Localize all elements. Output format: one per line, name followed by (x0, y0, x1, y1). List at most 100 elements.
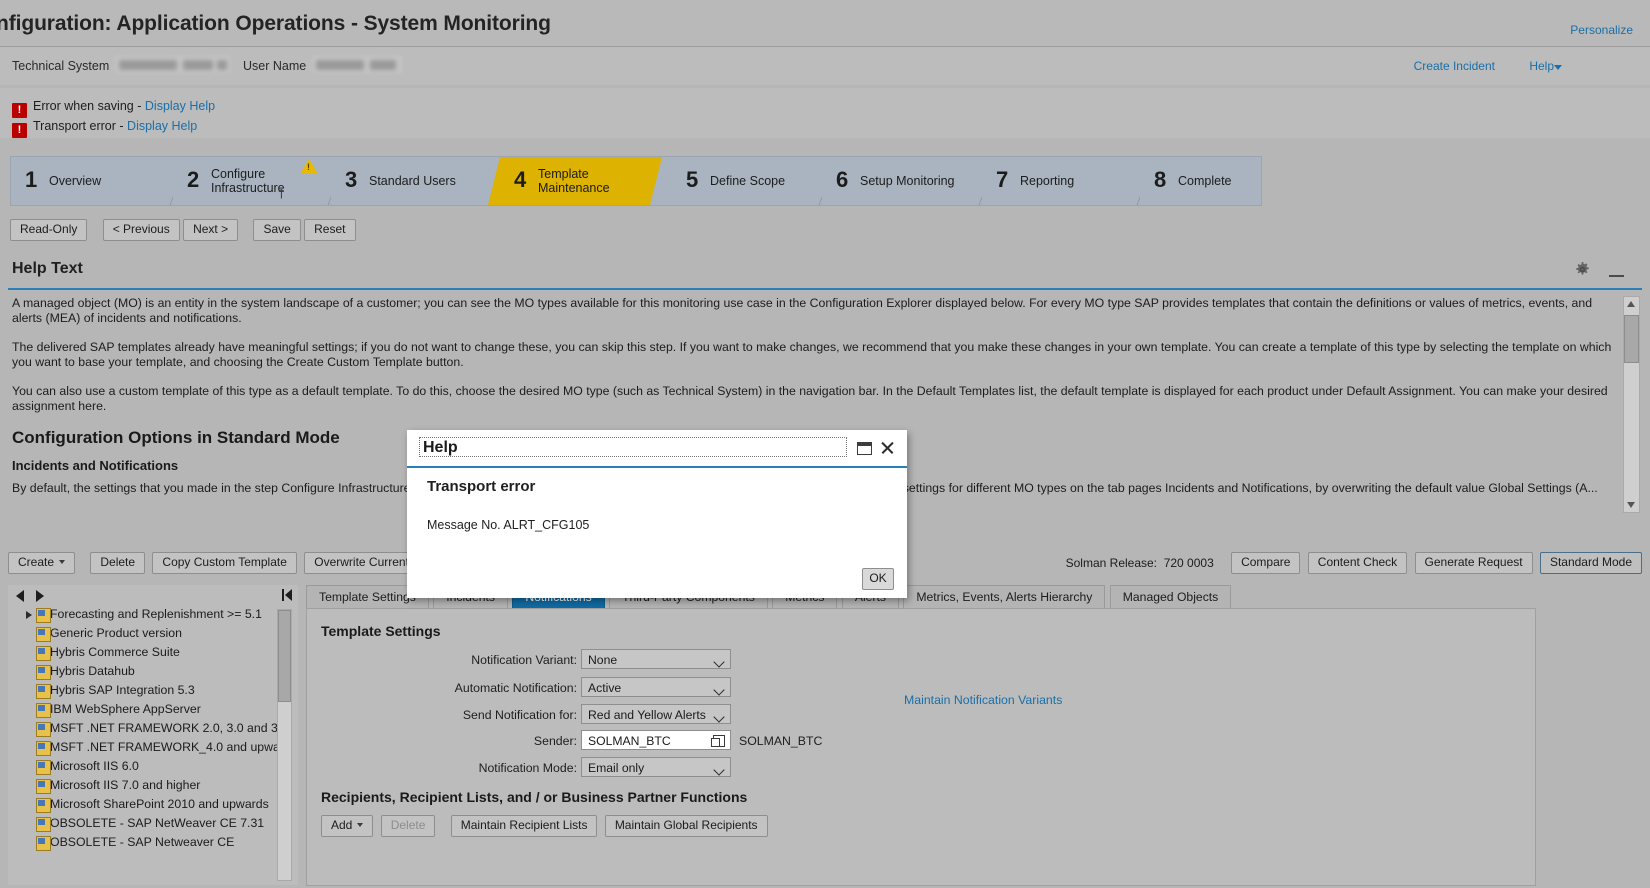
scroll-up-icon[interactable] (1627, 301, 1635, 307)
help-link[interactable]: Help (1529, 59, 1554, 73)
recipients-section-title: Recipients, Recipient Lists, and / or Bu… (321, 789, 748, 805)
roadmap-step-template-maintenance[interactable]: 4 Template Maintenance (488, 157, 662, 205)
tree-item[interactable]: OBSOLETE - SAP Netweaver CE (16, 833, 290, 852)
product-icon (36, 741, 51, 756)
field-label: Automatic Notification: (454, 681, 577, 695)
delete-button[interactable]: Delete (90, 552, 146, 574)
step-label: Setup Monitoring (860, 174, 955, 188)
tree-item-label: Hybris SAP Integration 5.3 (50, 683, 195, 697)
dialog-title: Help (419, 437, 847, 457)
maintain-notification-variants-link[interactable]: Maintain Notification Variants (904, 693, 1062, 707)
dialog-header: Help (407, 430, 907, 468)
scroll-down-icon[interactable] (1627, 502, 1635, 508)
selected-value: None (588, 653, 618, 667)
previous-button[interactable]: < Previous (102, 219, 180, 241)
tree-item-label: MSFT .NET FRAMEWORK 2.0, 3.0 and 3.5 (50, 721, 289, 735)
tree-item-label: Microsoft SharePoint 2010 and upwards (50, 797, 269, 811)
copy-custom-template-button[interactable]: Copy Custom Template (152, 552, 297, 574)
help-text-scrollbar[interactable] (1623, 296, 1640, 513)
step-label: Overview (49, 174, 102, 188)
field-label: Notification Mode: (478, 761, 577, 775)
step-number: 3 (345, 167, 358, 192)
product-icon (36, 779, 51, 794)
roadmap-step-reporting[interactable]: 7 Reporting (982, 157, 1157, 205)
roadmap-step-overview[interactable]: 1 Overview (11, 157, 190, 205)
nav-end-icon[interactable] (282, 589, 292, 601)
input-value: SOLMAN_BTC (588, 734, 671, 748)
display-help-link[interactable]: Display Help (145, 99, 215, 113)
gear-icon[interactable] (1575, 262, 1590, 277)
scrollbar-thumb[interactable] (278, 610, 291, 702)
add-recipient-button[interactable]: Add (321, 815, 374, 837)
create-incident-link[interactable]: Create Incident (1414, 59, 1495, 73)
step-label: Standard Users (369, 174, 456, 188)
roadmap-step-setup-monitoring[interactable]: 6 Setup Monitoring (822, 157, 999, 205)
roadmap-step-complete[interactable]: 8 Complete (1140, 157, 1261, 205)
send-notification-for-select[interactable]: Red and Yellow Alerts (581, 704, 731, 724)
dialog-message-number: Message No. ALRT_CFG105 (427, 518, 590, 532)
display-help-link[interactable]: Display Help (127, 119, 197, 133)
chevron-down-icon (357, 823, 364, 827)
tree-item[interactable]: Hybris SAP Integration 5.3 (16, 681, 290, 700)
tab-managed-objects[interactable]: Managed Objects (1109, 585, 1232, 609)
help-dialog: Help Transport error Message No. ALRT_CF… (407, 430, 907, 598)
tree-item[interactable]: MSFT .NET FRAMEWORK_4.0 and upwards (16, 738, 290, 757)
reset-button[interactable]: Reset (304, 219, 356, 241)
delete-recipient-button[interactable]: Delete (380, 815, 436, 837)
generate-request-button[interactable]: Generate Request (1414, 552, 1533, 574)
standard-mode-button[interactable]: Standard Mode (1539, 552, 1642, 574)
roadmap-step-standard-users[interactable]: 3 Standard Users (331, 157, 488, 205)
expander-icon[interactable] (26, 611, 32, 619)
field-label: Sender: (533, 734, 577, 748)
maintain-global-recipients-button[interactable]: Maintain Global Recipients (604, 815, 768, 837)
notification-mode-select[interactable]: Email only (581, 757, 731, 777)
warning-icon (300, 159, 318, 174)
ok-button[interactable]: OK (862, 568, 894, 590)
tree-item[interactable]: Microsoft IIS 7.0 and higher (16, 776, 290, 795)
tree-item[interactable]: Hybris Commerce Suite (16, 643, 290, 662)
selected-value: Red and Yellow Alerts (588, 708, 706, 722)
chevron-down-icon (713, 764, 725, 776)
tree-scrollbar[interactable] (277, 609, 292, 881)
close-icon[interactable] (879, 440, 895, 456)
help-paragraph-2: The delivered SAP templates already have… (12, 340, 1612, 369)
product-icon (36, 627, 51, 642)
create-button[interactable]: Create (8, 552, 76, 574)
roadmap-step-define-scope[interactable]: 5 Define Scope (662, 157, 839, 205)
automatic-notification-select[interactable]: Active (581, 677, 731, 697)
notification-variant-select[interactable]: None (581, 649, 731, 669)
read-only-button[interactable]: Read-Only (10, 219, 88, 241)
tree-item[interactable]: Hybris Datahub (16, 662, 290, 681)
nav-forward-icon[interactable] (36, 590, 44, 602)
tree-item[interactable]: Generic Product version (16, 624, 290, 643)
value-help-icon[interactable] (711, 735, 725, 747)
tree-item[interactable]: IBM WebSphere AppServer (16, 700, 290, 719)
dialog-message-title: Transport error (427, 478, 536, 495)
maintain-recipient-lists-button[interactable]: Maintain Recipient Lists (450, 815, 598, 837)
tree-item-label: OBSOLETE - SAP NetWeaver CE 7.31 (50, 816, 265, 830)
tab-metrics-events-alerts-hierarchy[interactable]: Metrics, Events, Alerts Hierarchy (903, 585, 1106, 609)
product-icon (36, 608, 51, 623)
tree-item-label: Microsoft IIS 7.0 and higher (50, 778, 201, 792)
collapse-panel-button[interactable] (1609, 275, 1624, 277)
tree-item[interactable]: Microsoft SharePoint 2010 and upwards (16, 795, 290, 814)
scrollbar-thumb[interactable] (1624, 315, 1639, 363)
tree-item[interactable]: Forecasting and Replenishment >= 5.1 (16, 605, 290, 624)
next-button[interactable]: Next > (183, 219, 239, 241)
dialog-ok-container: OK (862, 568, 894, 590)
tree-item[interactable]: Microsoft IIS 6.0 (16, 757, 290, 776)
maximize-icon[interactable] (857, 442, 872, 455)
compare-button[interactable]: Compare (1231, 552, 1301, 574)
field-label: Send Notification for: (462, 708, 577, 722)
save-button[interactable]: Save (253, 219, 301, 241)
selected-value: Email only (588, 761, 645, 775)
selected-value: Active (588, 681, 622, 695)
nav-back-icon[interactable] (16, 590, 24, 602)
content-check-button[interactable]: Content Check (1307, 552, 1408, 574)
tree-item-label: Microsoft IIS 6.0 (50, 759, 139, 773)
sender-input[interactable]: SOLMAN_BTC (581, 730, 731, 750)
tree-item[interactable]: OBSOLETE - SAP NetWeaver CE 7.31 (16, 814, 290, 833)
form-row-sender: Sender: SOLMAN_BTC SOLMAN_BTC (443, 730, 863, 752)
personalize-link[interactable]: Personalize (1570, 23, 1633, 37)
tree-item[interactable]: MSFT .NET FRAMEWORK 2.0, 3.0 and 3.5 (16, 719, 290, 738)
